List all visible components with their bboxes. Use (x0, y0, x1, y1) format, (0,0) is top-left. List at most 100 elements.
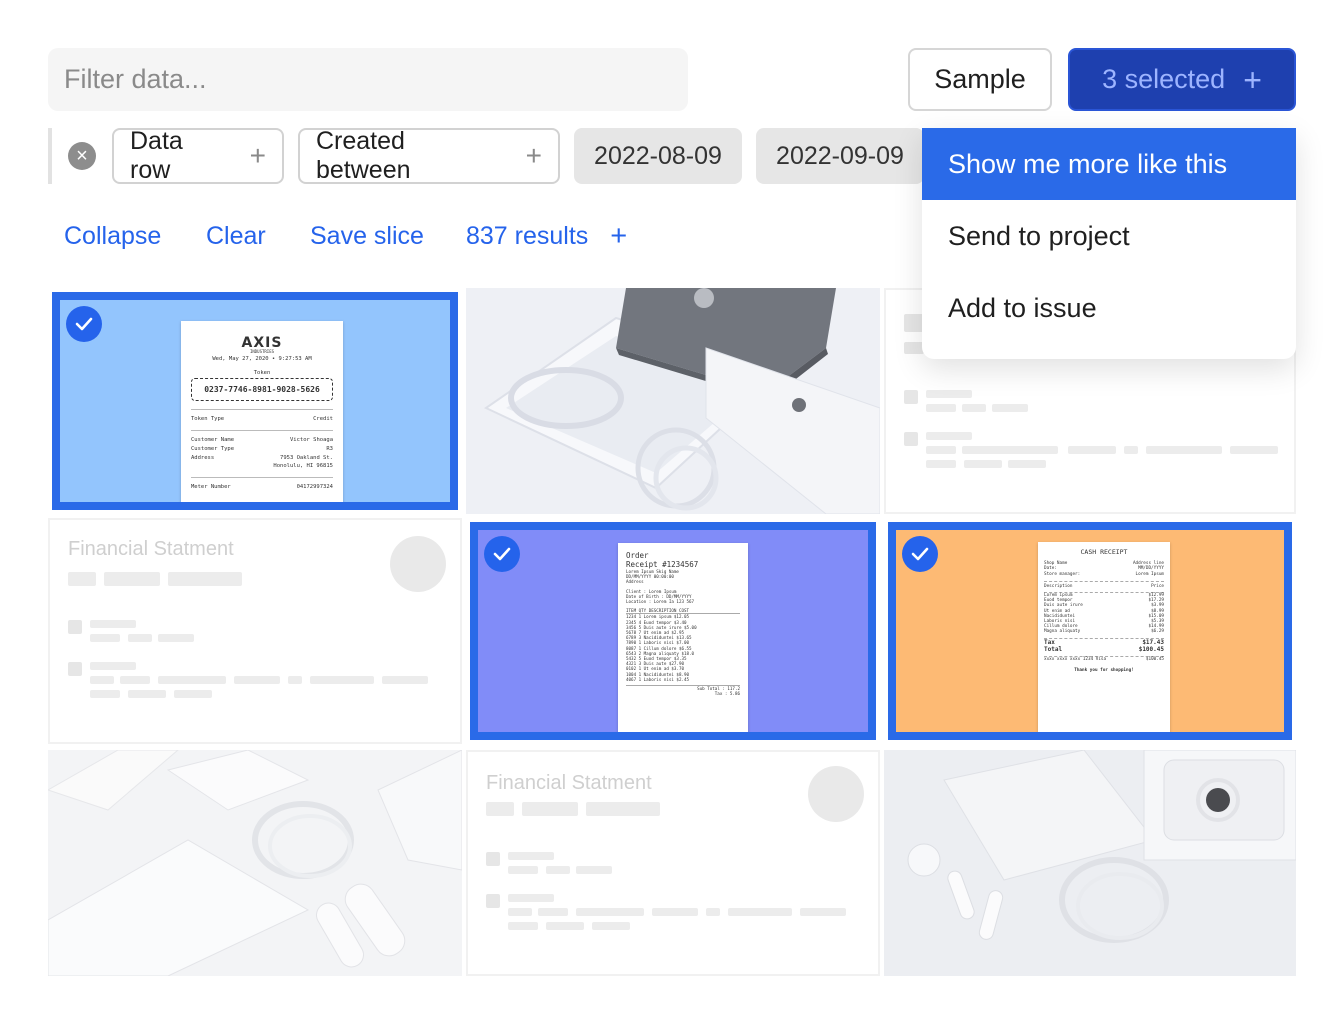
airpods-photo (48, 750, 462, 976)
chip-created-between[interactable]: Created between + (298, 127, 560, 184)
sample-button-label: Sample (934, 64, 1026, 94)
cash-item-row: Magna aliquaty $6.29 (1044, 629, 1164, 635)
receipt-row: Customer Name Victor Shoaga (191, 437, 333, 443)
placeholder-bar (104, 572, 160, 586)
placeholder-bar (508, 852, 554, 860)
menu-item-label: Show me more like this (948, 148, 1228, 179)
placeholder-avatar (390, 536, 446, 592)
placeholder-bar (234, 676, 280, 684)
placeholder-bar (508, 922, 538, 930)
selected-check-icon[interactable] (66, 306, 102, 342)
clear-filters-icon[interactable]: × (68, 142, 96, 170)
collapse-link[interactable]: Collapse (64, 222, 161, 251)
placeholder-bar (538, 908, 568, 916)
save-slice-link[interactable]: Save slice (310, 222, 424, 251)
grid-tile-photo-airpods[interactable] (48, 750, 462, 976)
results-count[interactable]: 837 results + (466, 222, 627, 251)
plus-icon: + (610, 220, 628, 252)
menu-item-send-to-project[interactable]: Send to project (922, 200, 1296, 272)
cash-receipt-image: CASH RECEIPT Shop Name Address line Date:… (1038, 542, 1170, 732)
order-number: Receipt #1234567 (626, 560, 699, 569)
filter-divider (48, 128, 52, 184)
selected-check-icon[interactable] (484, 536, 520, 572)
receipt-date: Wed, May 27, 2020 • 9:27:53 AM (212, 356, 312, 362)
placeholder-checkbox (486, 894, 500, 908)
receipt-row: Token Type Credit (191, 416, 333, 422)
financial-statement-title: Financial Statment (486, 772, 652, 794)
grid-tile-receipt-token[interactable]: AXIS INDUSTRIES Wed, May 27, 2020 • 9:27… (52, 292, 458, 510)
placeholder-bar (576, 866, 612, 874)
grid-tile-photo-airpods-box[interactable] (884, 750, 1296, 976)
menu-item-add-to-issue[interactable]: Add to issue (922, 272, 1296, 344)
grid-tile-receipt-cash[interactable]: CASH RECEIPT Shop Name Address line Date:… (888, 522, 1292, 740)
grid-tile-receipt-order[interactable]: Order Receipt #1234567 Lorem Ipsum Skig … (470, 522, 876, 740)
placeholder-block (904, 342, 924, 354)
placeholder-bar (288, 676, 302, 684)
placeholder-checkbox (904, 390, 918, 404)
results-label: 837 results (466, 222, 589, 250)
placeholder-bar (1124, 446, 1138, 454)
placeholder-bar (128, 634, 152, 642)
filter-input[interactable] (48, 48, 688, 111)
placeholder-checkbox (68, 620, 82, 634)
placeholder-bar (926, 460, 956, 468)
placeholder-bar (90, 620, 136, 628)
placeholder-bar (158, 634, 194, 642)
placeholder-bar (576, 908, 644, 916)
placeholder-bar (508, 866, 538, 874)
placeholder-bar (800, 908, 846, 916)
placeholder-bar (964, 460, 1002, 468)
grid-tile-financial-statement[interactable]: Financial Statment (48, 518, 462, 744)
date-to-value: 2022-09-09 (776, 141, 904, 170)
placeholder-bar (90, 676, 114, 684)
clear-link[interactable]: Clear (206, 222, 266, 251)
placeholder-bar (128, 690, 166, 698)
placeholder-bar (508, 908, 532, 916)
grid-tile-photo-phone[interactable] (466, 288, 880, 514)
date-to-chip[interactable]: 2022-09-09 (756, 128, 924, 184)
date-from-chip[interactable]: 2022-08-09 (574, 128, 742, 184)
receipt-token-label: Token (253, 370, 271, 376)
order-line: Address (626, 579, 644, 585)
selected-actions-button[interactable]: 3 selected + (1068, 48, 1296, 111)
placeholder-bar (522, 802, 578, 816)
cash-card-row: xxxx xxxx xxxx 1234 Visa $100.45 (1044, 656, 1164, 662)
cash-tax-row: Tax $17.43 (1044, 638, 1164, 646)
placeholder-bar (546, 922, 584, 930)
cash-thanks: Thank you for shopping! (1074, 667, 1134, 673)
placeholder-bar (992, 404, 1028, 412)
selected-check-icon[interactable] (902, 536, 938, 572)
chip-data-row[interactable]: Data row + (112, 127, 284, 184)
selection-actions-menu: Show me more like this Send to project A… (922, 128, 1296, 359)
order-item: 4067 1 Laboris nisi $2.45 (626, 676, 690, 682)
placeholder-bar (1068, 446, 1116, 454)
placeholder-bar (310, 676, 374, 684)
placeholder-checkbox (904, 432, 918, 446)
menu-item-show-more[interactable]: Show me more like this (922, 128, 1296, 200)
placeholder-bar (168, 572, 242, 586)
placeholder-bar (926, 390, 972, 398)
date-from-value: 2022-08-09 (594, 141, 722, 170)
menu-item-label: Send to project (948, 220, 1130, 251)
plus-icon: + (1243, 61, 1262, 98)
placeholder-avatar (808, 766, 864, 822)
placeholder-bar (1230, 446, 1278, 454)
chip-label: Created between (316, 127, 411, 184)
placeholder-bar (1008, 460, 1046, 468)
sample-button[interactable]: Sample (908, 48, 1052, 111)
receipt-brand-sub: INDUSTRIES (249, 349, 275, 354)
placeholder-bar (592, 922, 630, 930)
placeholder-bar (926, 432, 972, 440)
grid-tile-financial-statement[interactable]: Financial Statment (466, 750, 880, 976)
cash-head-row: Description Price (1044, 580, 1164, 589)
menu-item-label: Add to issue (948, 292, 1097, 323)
order-meta: Location : Lorem Ia 123 567 (626, 599, 695, 605)
placeholder-bar (546, 866, 570, 874)
placeholder-bar (508, 894, 554, 902)
placeholder-block (904, 314, 924, 332)
phone-box-photo (466, 288, 880, 514)
selected-count-label: 3 selected (1102, 64, 1226, 94)
cash-total-row: Total $100.45 (1044, 645, 1164, 653)
receipt-token: 0237-7746-8981-9028-5626 (191, 378, 333, 401)
plus-icon: + (249, 140, 266, 171)
